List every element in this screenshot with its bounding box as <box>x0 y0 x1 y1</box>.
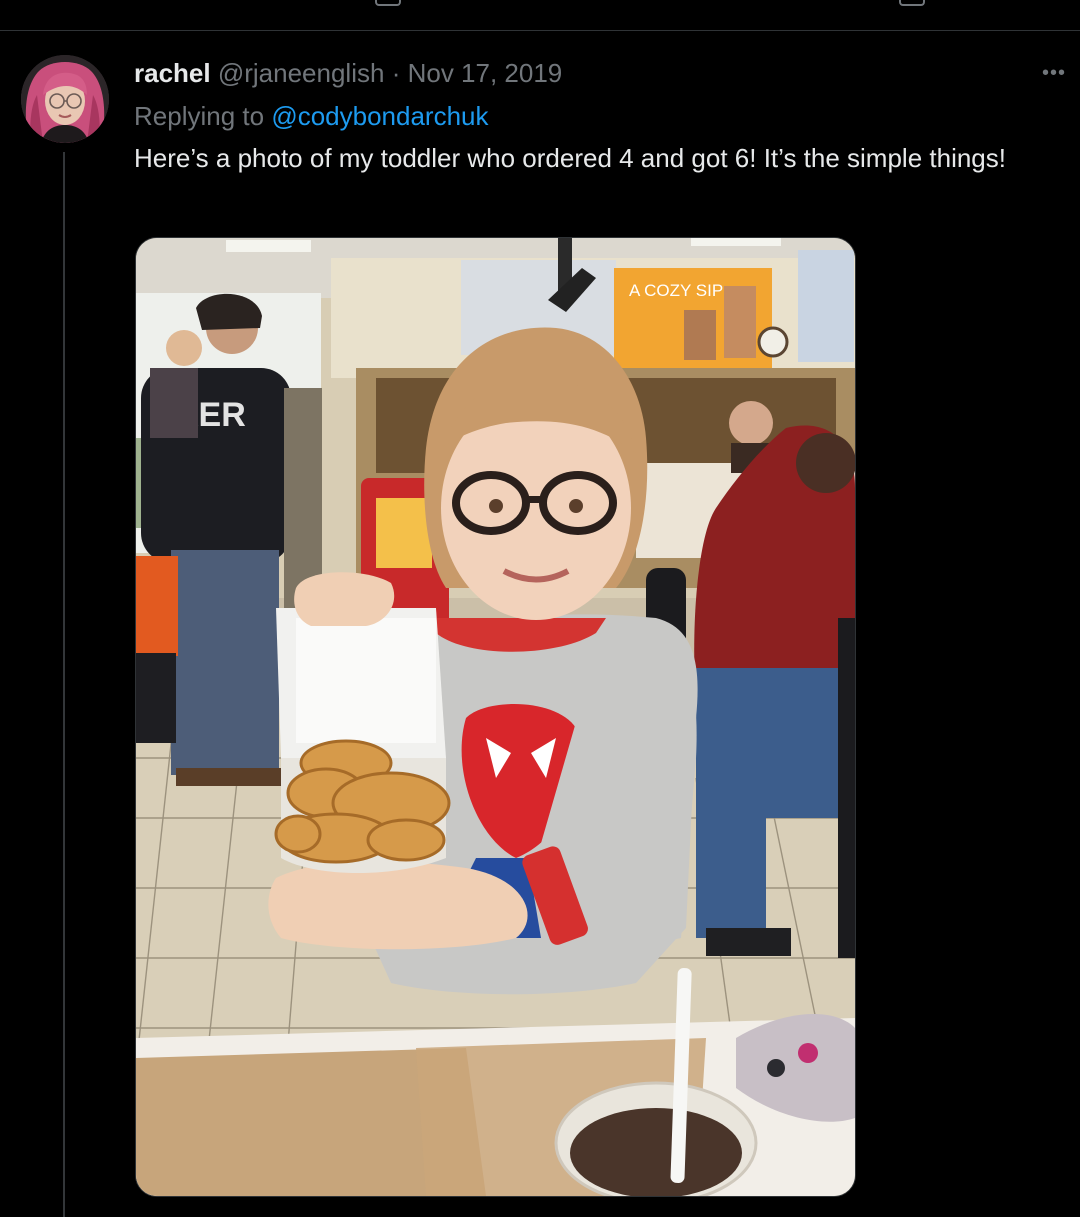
replying-to-line: Replying to @codybondarchuk <box>134 99 489 133</box>
tweet-text: Here’s a photo of my toddler who ordered… <box>134 143 1006 173</box>
replying-to-mention[interactable]: @codybondarchuk <box>271 101 488 131</box>
header-separator: · <box>391 58 401 88</box>
menu-board-text: A COZY SIP <box>629 281 723 300</box>
tweet-header: rachel @rjaneenglish · Nov 17, 2019 <box>134 56 562 90</box>
action-bar-remnant <box>0 0 1080 30</box>
divider <box>0 30 1080 31</box>
analytics-icon[interactable] <box>899 0 925 6</box>
author-handle[interactable]: @rjaneenglish <box>218 58 385 88</box>
avatar-image <box>21 55 109 143</box>
share-icon[interactable] <box>375 0 401 6</box>
more-options-icon[interactable]: ••• <box>1036 58 1072 88</box>
thread-line <box>63 152 65 1217</box>
replying-to-prefix: Replying to <box>134 101 265 131</box>
tweet-photo[interactable]: A COZY SIP KER <box>135 237 856 1197</box>
tweet-date[interactable]: Nov 17, 2019 <box>408 58 563 88</box>
photo-illustration: A COZY SIP KER <box>136 238 855 1196</box>
author-name[interactable]: rachel <box>134 58 211 88</box>
tweet-page: ••• rachel @rjaneenglish · Nov 17, 2019 … <box>0 0 1080 1217</box>
avatar[interactable] <box>21 55 109 143</box>
